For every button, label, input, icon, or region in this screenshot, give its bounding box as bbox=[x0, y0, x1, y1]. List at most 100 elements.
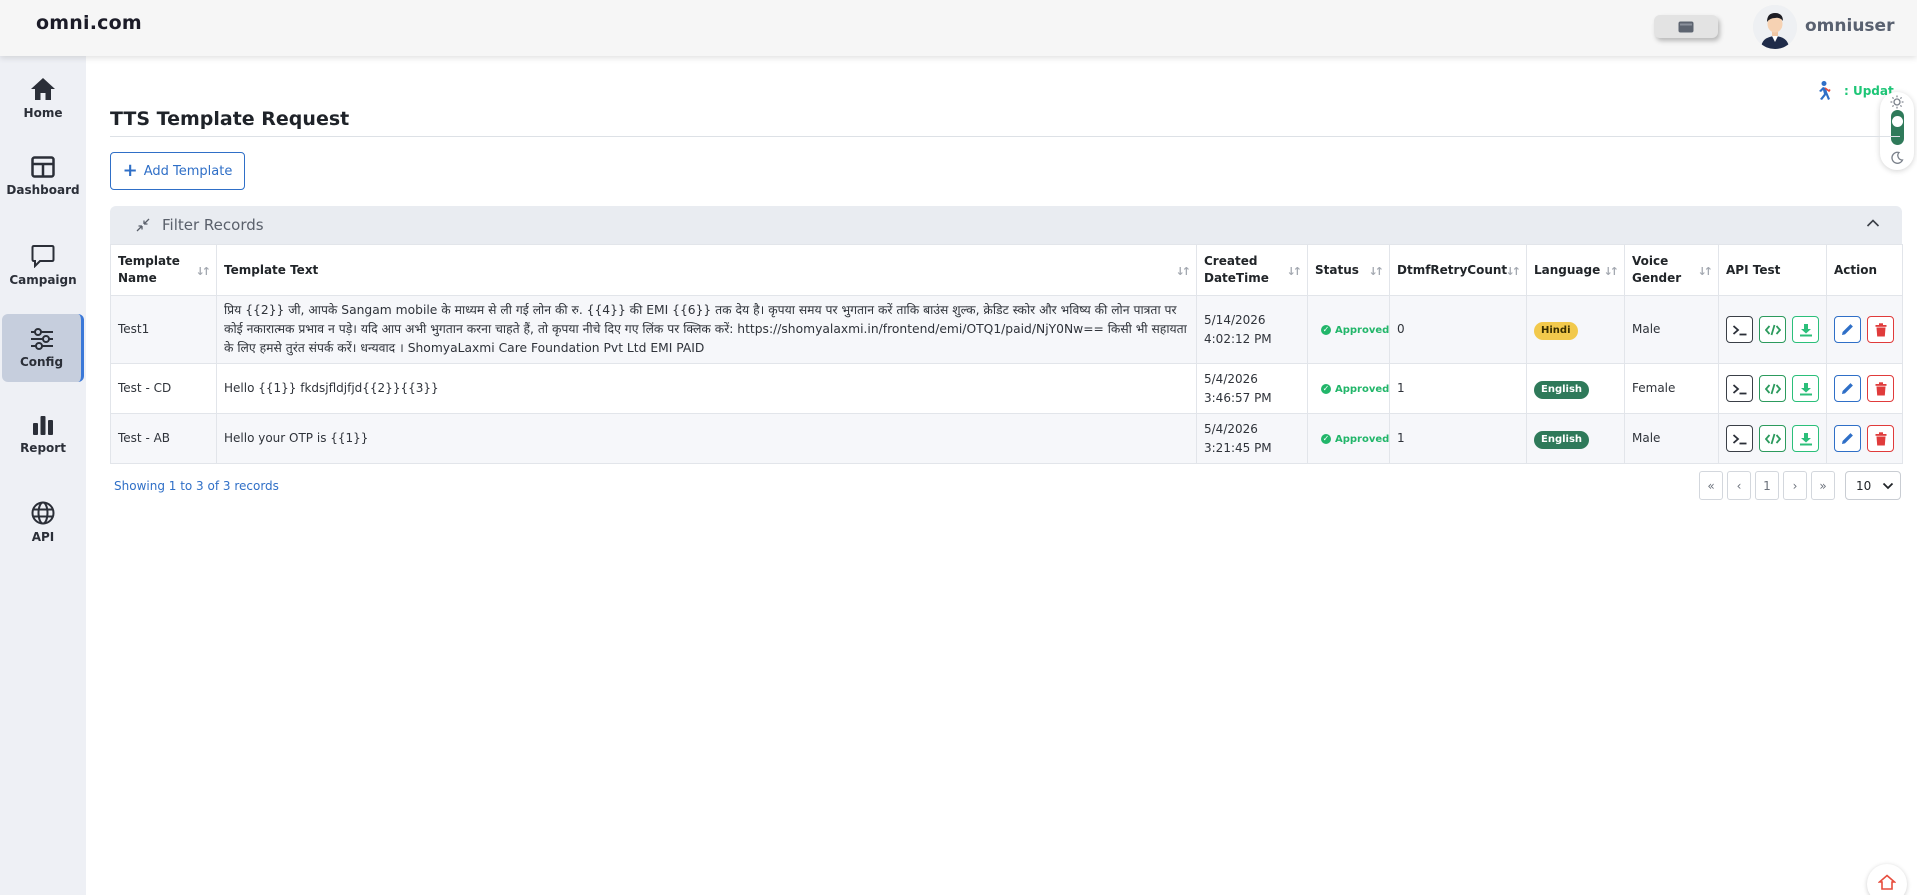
wallet-button[interactable] bbox=[1654, 15, 1718, 38]
created-date: 5/14/2026 bbox=[1204, 312, 1266, 327]
created-time: 4:02:12 PM bbox=[1204, 331, 1272, 346]
status-label: Approved bbox=[1335, 383, 1390, 395]
language-badge: English bbox=[1534, 380, 1590, 399]
edit-button[interactable] bbox=[1834, 316, 1861, 343]
page-current-button[interactable]: 1 bbox=[1755, 471, 1779, 500]
table-row: Test - AB Hello your OTP is {{1}} 5/4/20… bbox=[110, 413, 1903, 464]
sort-icon[interactable]: ↓↑ bbox=[1287, 263, 1303, 280]
sort-icon[interactable]: ↓↑ bbox=[1506, 263, 1522, 280]
plus-icon: + bbox=[122, 160, 138, 181]
trash-icon bbox=[1875, 431, 1886, 445]
brand-logo[interactable]: omni.com bbox=[36, 12, 142, 34]
config-icon bbox=[30, 327, 53, 350]
records-info: Showing 1 to 3 of 3 records bbox=[114, 479, 279, 493]
sidebar-item-config[interactable]: Config bbox=[2, 314, 84, 382]
sidebar-item-label: Dashboard bbox=[6, 182, 80, 197]
status-badge: ✓ Approved bbox=[1321, 321, 1389, 340]
api-download-button[interactable] bbox=[1792, 425, 1819, 452]
page-title: TTS Template Request bbox=[110, 108, 350, 130]
api-terminal-button[interactable] bbox=[1726, 375, 1753, 402]
sidebar-item-report[interactable]: Report bbox=[2, 400, 84, 468]
column-header-language[interactable]: Language ↓↑ bbox=[1526, 244, 1625, 296]
column-header-voice-gender[interactable]: Voice Gender ↓↑ bbox=[1624, 244, 1719, 296]
sidebar-item-label: Campaign bbox=[9, 272, 77, 287]
api-code-button[interactable] bbox=[1759, 375, 1786, 402]
sort-icon[interactable]: ↓↑ bbox=[1369, 263, 1385, 280]
created-date: 5/4/2026 bbox=[1204, 421, 1258, 436]
column-label: Language bbox=[1534, 262, 1601, 277]
pencil-icon bbox=[1842, 324, 1853, 335]
user-avatar[interactable] bbox=[1753, 5, 1797, 49]
edit-button[interactable] bbox=[1834, 375, 1861, 402]
cell-template-name: Test - CD bbox=[110, 363, 217, 414]
delete-button[interactable] bbox=[1867, 316, 1894, 343]
page-last-button[interactable]: » bbox=[1811, 471, 1835, 500]
pagination: « ‹ 1 › » bbox=[1699, 471, 1835, 500]
api-code-button[interactable] bbox=[1759, 425, 1786, 452]
user-avatar-icon bbox=[1753, 5, 1797, 49]
column-label: Template Text bbox=[224, 262, 319, 277]
cell-retry-count: 1 bbox=[1389, 413, 1527, 464]
api-download-button[interactable] bbox=[1792, 316, 1819, 343]
page-next-button[interactable]: › bbox=[1783, 471, 1807, 500]
column-header-created-datetime[interactable]: Created DateTime ↓↑ bbox=[1196, 244, 1308, 296]
theme-toggle[interactable] bbox=[1880, 92, 1914, 170]
api-download-button[interactable] bbox=[1792, 375, 1819, 402]
column-header-dtmf-retry-count[interactable]: DtmfRetryCount ↓↑ bbox=[1389, 244, 1527, 296]
cell-action bbox=[1826, 295, 1903, 364]
check-circle-icon: ✓ bbox=[1321, 325, 1331, 336]
page-first-button[interactable]: « bbox=[1699, 471, 1723, 500]
page-size-value: 10 bbox=[1856, 478, 1872, 493]
status-label: Approved bbox=[1335, 324, 1390, 336]
collapse-arrows-icon bbox=[136, 218, 150, 232]
column-header-template-name[interactable]: Template Name ↓↑ bbox=[110, 244, 217, 296]
cell-action bbox=[1826, 413, 1903, 464]
chevron-up-icon[interactable] bbox=[1866, 218, 1880, 228]
chevron-down-icon bbox=[1882, 482, 1894, 490]
cell-created-datetime: 5/14/2026 4:02:12 PM bbox=[1196, 295, 1308, 364]
add-template-button[interactable]: + Add Template bbox=[110, 152, 245, 190]
status-badge: ✓ Approved bbox=[1321, 430, 1389, 449]
theme-switch-knob[interactable] bbox=[1892, 116, 1903, 127]
sidebar-item-campaign[interactable]: Campaign bbox=[2, 231, 84, 299]
download-icon bbox=[1799, 432, 1812, 445]
home-float-button[interactable] bbox=[1867, 864, 1907, 895]
column-header-api-test: API Test bbox=[1718, 244, 1827, 296]
delete-button[interactable] bbox=[1867, 425, 1894, 452]
cell-status: ✓ Approved bbox=[1307, 363, 1390, 414]
column-header-status[interactable]: Status ↓↑ bbox=[1307, 244, 1390, 296]
delete-button[interactable] bbox=[1867, 375, 1894, 402]
code-icon bbox=[1764, 433, 1781, 444]
sun-icon bbox=[1890, 95, 1904, 109]
status-badge: ✓ Approved bbox=[1321, 380, 1389, 399]
created-time: 3:21:45 PM bbox=[1204, 440, 1272, 455]
api-terminal-button[interactable] bbox=[1726, 316, 1753, 343]
sidebar-item-dashboard[interactable]: Dashboard bbox=[2, 142, 84, 210]
sidebar-item-home[interactable]: Home bbox=[2, 64, 84, 132]
add-template-label: Add Template bbox=[143, 163, 233, 179]
column-header-template-text[interactable]: Template Text ↓↑ bbox=[216, 244, 1197, 296]
update-indicator[interactable]: : Updat bbox=[1812, 80, 1894, 102]
filter-records-panel[interactable]: Filter Records bbox=[110, 206, 1902, 244]
page-prev-button[interactable]: ‹ bbox=[1727, 471, 1751, 500]
moon-icon bbox=[1891, 151, 1904, 164]
api-code-button[interactable] bbox=[1759, 316, 1786, 343]
sort-icon[interactable]: ↓↑ bbox=[1176, 263, 1192, 280]
table-row: Test - CD Hello {{1}} fkdsjfldjfjd{{2}}{… bbox=[110, 363, 1903, 414]
sidebar-item-api[interactable]: API bbox=[2, 488, 84, 556]
sort-icon[interactable]: ↓↑ bbox=[1698, 263, 1714, 280]
cell-status: ✓ Approved bbox=[1307, 413, 1390, 464]
page-size-select[interactable]: 10 bbox=[1845, 471, 1901, 500]
filter-title: Filter Records bbox=[162, 216, 264, 234]
cell-voice-gender: Male bbox=[1624, 413, 1719, 464]
table-header-row: Template Name ↓↑ Template Text ↓↑ Created … bbox=[110, 244, 1903, 296]
cell-template-text: Hello {{1}} fkdsjfldjfjd{{2}}{{3}} bbox=[216, 363, 1197, 414]
sort-icon[interactable]: ↓↑ bbox=[1604, 263, 1620, 280]
sort-icon[interactable]: ↓↑ bbox=[196, 263, 212, 280]
api-icon bbox=[31, 501, 55, 524]
edit-button[interactable] bbox=[1834, 425, 1861, 452]
download-icon bbox=[1799, 382, 1812, 395]
username[interactable]: omniuser bbox=[1805, 16, 1894, 36]
api-terminal-button[interactable] bbox=[1726, 425, 1753, 452]
wallet-icon bbox=[1678, 21, 1694, 32]
